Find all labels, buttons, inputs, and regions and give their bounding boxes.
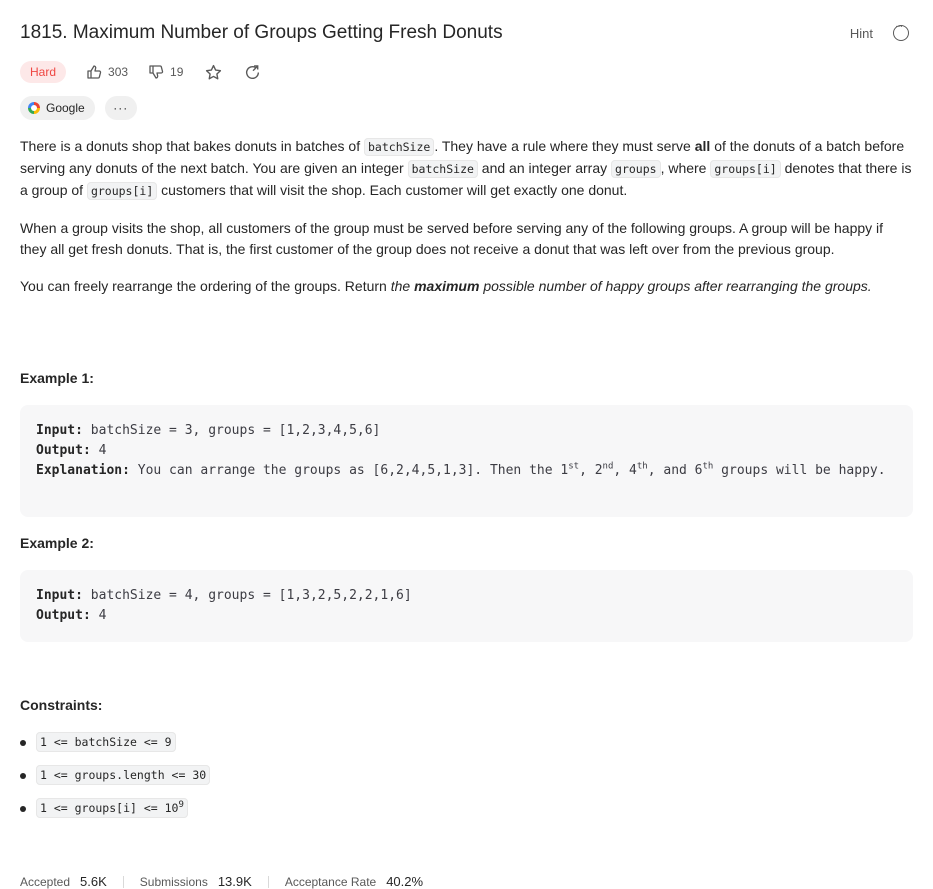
dislike-button[interactable]: 19 (148, 64, 183, 80)
inline-code: batchSize (407, 160, 478, 178)
text: You can freely rearrange the ordering of… (20, 278, 391, 294)
text: . They have a rule where they must serve (434, 138, 695, 154)
thumbs-up-icon (87, 65, 102, 79)
share-icon (246, 64, 260, 79)
share-button[interactable] (244, 64, 261, 81)
text: groups will be happy. (713, 463, 886, 478)
text: , 4 (613, 463, 637, 478)
output-value: 4 (90, 443, 107, 458)
text: customers that will visit the shop. Each… (157, 182, 628, 198)
difficulty-badge: Hard (20, 61, 67, 83)
constraint-item: 1 <= groups[i] <= 109 (20, 798, 210, 832)
google-logo-icon (28, 102, 40, 114)
example-2-output: Output: 4 (36, 606, 897, 626)
constraint-item: 1 <= groups.length <= 30 (20, 765, 211, 799)
constraint-code: 1 <= groups.length <= 30 (36, 765, 211, 785)
favorite-button[interactable] (205, 64, 222, 81)
submissions-label: Submissions (139, 874, 208, 889)
company-tag-label: Google (46, 101, 85, 115)
text: You can arrange the groups as [6,2,4,5,1… (129, 463, 569, 478)
more-options-icon[interactable] (893, 21, 909, 41)
example-1-box: Input: batchSize = 3, groups = [1,2,3,4,… (20, 405, 913, 517)
inline-code: groups (611, 160, 661, 178)
example-1-explanation: Explanation: You can arrange the groups … (36, 461, 897, 481)
more-tags-button[interactable]: ··· (104, 96, 137, 120)
star-icon (206, 64, 222, 79)
description-paragraph-3: You can freely rearrange the ordering of… (20, 276, 913, 297)
accepted-label: Accepted (20, 874, 71, 889)
text: , 2 (579, 463, 603, 478)
input-value: batchSize = 4, groups = [1,3,2,5,2,2,1,6… (82, 588, 412, 603)
explanation-label: Explanation: (36, 463, 130, 478)
example-1-input: Input: batchSize = 3, groups = [1,2,3,4,… (36, 421, 897, 441)
tag-row: Google ··· (20, 96, 137, 120)
example-1-output: Output: 4 (36, 441, 897, 461)
superscript: st (568, 461, 580, 472)
italic-text: the maximum possible number of happy gro… (391, 278, 872, 294)
input-label: Input: (36, 423, 83, 438)
constraints-list: 1 <= batchSize <= 9 1 <= groups.length <… (20, 732, 211, 832)
hint-button[interactable]: Hint (850, 26, 873, 41)
constraint-code: 1 <= groups[i] <= 109 (36, 798, 188, 818)
example-2-box: Input: batchSize = 4, groups = [1,3,2,5,… (20, 570, 913, 642)
problem-description: There is a donuts shop that bakes donuts… (20, 136, 913, 313)
title-row: 1815. Maximum Number of Groups Getting F… (20, 21, 913, 48)
text: There is a donuts shop that bakes donuts… (20, 138, 364, 154)
text: the (390, 278, 415, 294)
problem-title: 1815. Maximum Number of Groups Getting F… (20, 22, 503, 43)
example-2-input: Input: batchSize = 4, groups = [1,3,2,5,… (36, 586, 897, 606)
like-button[interactable]: 303 (86, 64, 128, 80)
description-paragraph-1: There is a donuts shop that bakes donuts… (20, 136, 913, 202)
text: 1 <= groups[i] <= 10 (40, 801, 179, 815)
superscript: th (636, 461, 648, 472)
stats-footer: Accepted 5.6K Submissions 13.9K Acceptan… (20, 874, 423, 889)
text: and an integer array (477, 160, 612, 176)
bold-text: all (694, 138, 711, 154)
thumbs-down-icon (149, 65, 164, 79)
text: possible number of happy groups after re… (479, 278, 872, 294)
output-label: Output: (36, 608, 91, 623)
text: , where (660, 160, 711, 176)
input-label: Input: (36, 588, 83, 603)
text: , and 6 (647, 463, 703, 478)
submissions-value: 13.9K (217, 874, 252, 889)
output-label: Output: (36, 443, 91, 458)
company-tag[interactable]: Google (20, 96, 95, 120)
constraint-item: 1 <= batchSize <= 9 (20, 732, 210, 766)
meta-row: Hard 303 19 (20, 60, 261, 84)
output-value: 4 (90, 608, 107, 623)
superscript: nd (602, 461, 614, 472)
dislike-count: 19 (170, 65, 184, 79)
like-count: 303 (108, 65, 129, 79)
superscript: th (702, 461, 714, 472)
superscript: 9 (178, 800, 184, 811)
description-paragraph-2: When a group visits the shop, all custom… (20, 220, 884, 257)
constraints-title: Constraints: (20, 697, 103, 713)
inline-code: groups[i] (86, 182, 158, 200)
accepted-value: 5.6K (80, 874, 107, 889)
constraint-code: 1 <= batchSize <= 9 (36, 732, 176, 752)
inline-code: groups[i] (710, 160, 781, 178)
acceptance-rate-label: Acceptance Rate (284, 874, 377, 889)
example-2-title: Example 2: (20, 535, 94, 551)
acceptance-rate-value: 40.2% (386, 874, 424, 889)
bold-text: maximum (414, 278, 480, 294)
inline-code: batchSize (364, 138, 435, 156)
input-value: batchSize = 3, groups = [1,2,3,4,5,6] (82, 423, 381, 438)
example-1-title: Example 1: (20, 370, 94, 386)
